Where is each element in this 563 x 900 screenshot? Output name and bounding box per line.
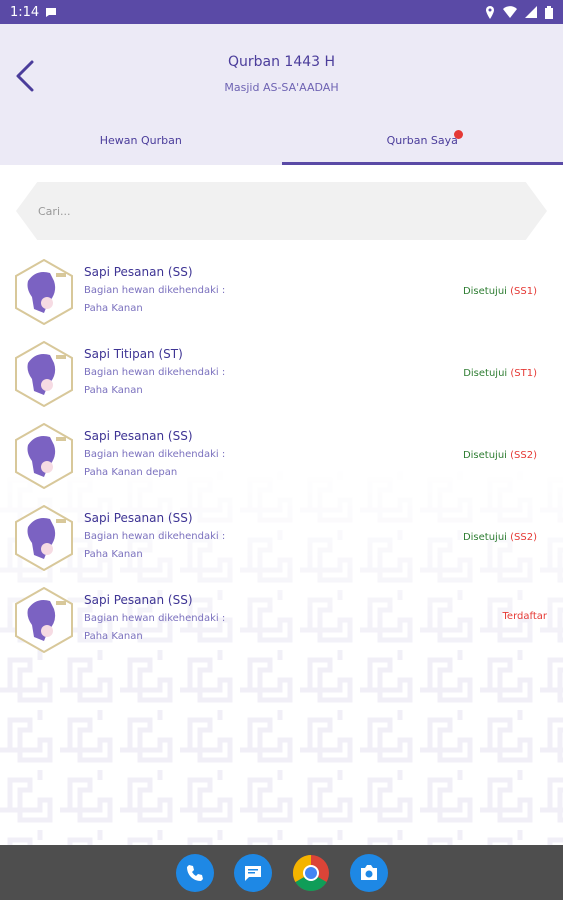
status-badge: Disetujui (SS1) xyxy=(463,286,537,297)
item-desc-value: Paha Kanan xyxy=(84,549,143,560)
cow-avatar-icon xyxy=(15,505,73,571)
item-name: Sapi Pesanan (SS) xyxy=(84,265,193,279)
status-code: (SS1) xyxy=(510,286,537,297)
list-item[interactable]: Sapi Pesanan (SS) Bagian hewan dikehenda… xyxy=(0,501,563,583)
search-input[interactable] xyxy=(16,182,547,240)
list-item[interactable]: Sapi Titipan (ST) Bagian hewan dikehenda… xyxy=(0,337,563,419)
item-desc-label: Bagian hewan dikehendaki : xyxy=(84,367,226,378)
chrome-icon xyxy=(292,854,329,891)
location-icon xyxy=(485,5,495,19)
status-code: (ST1) xyxy=(510,368,537,379)
status-code: (SS2) xyxy=(510,450,537,461)
wifi-icon xyxy=(503,6,517,18)
phone-icon xyxy=(186,864,203,881)
item-desc-value: Paha Kanan xyxy=(84,385,143,396)
page-subtitle: Masjid AS-SA'AADAH xyxy=(224,81,339,94)
cow-avatar-icon xyxy=(15,587,73,653)
status-text: Disetujui xyxy=(463,368,508,379)
camera-icon xyxy=(360,864,377,880)
messages-icon xyxy=(244,865,261,881)
list-item[interactable]: Sapi Pesanan (SS) Bagian hewan dikehenda… xyxy=(0,419,563,501)
tab-bar: Hewan Qurban Qurban Saya xyxy=(0,124,563,165)
item-desc-label: Bagian hewan dikehendaki : xyxy=(84,449,226,460)
cow-avatar-icon xyxy=(15,423,73,489)
status-badge: Disetujui (SS2) xyxy=(463,532,537,543)
signal-icon xyxy=(525,6,537,18)
list-item[interactable]: Sapi Pesanan (SS) Bagian hewan dikehenda… xyxy=(0,255,563,337)
cow-avatar-icon xyxy=(15,341,73,407)
status-text: Terdaftar xyxy=(502,611,547,622)
item-name: Sapi Pesanan (SS) xyxy=(84,511,193,525)
item-desc-label: Bagian hewan dikehendaki : xyxy=(84,285,226,296)
item-name: Sapi Titipan (ST) xyxy=(84,347,183,361)
status-badge: Disetujui (ST1) xyxy=(463,368,537,379)
qurban-list: Sapi Pesanan (SS) Bagian hewan dikehenda… xyxy=(0,255,563,665)
system-dock xyxy=(0,845,563,900)
camera-app-button[interactable] xyxy=(349,853,388,892)
item-name: Sapi Pesanan (SS) xyxy=(84,593,193,607)
phone-app-button[interactable] xyxy=(175,853,214,892)
status-bar: 1:14 xyxy=(0,0,563,24)
chat-notification-icon xyxy=(45,6,57,18)
item-desc-label: Bagian hewan dikehendaki : xyxy=(84,531,226,542)
item-desc-value: Paha Kanan xyxy=(84,303,143,314)
status-badge: Disetujui (SS2) xyxy=(463,450,537,461)
app-header: Qurban 1443 H Masjid AS-SA'AADAH Hewan Q… xyxy=(0,24,563,165)
tab-label: Qurban Saya xyxy=(386,134,458,147)
status-text: Disetujui xyxy=(462,286,507,297)
notification-dot xyxy=(453,130,463,139)
item-desc-label: Bagian hewan dikehendaki : xyxy=(84,613,226,624)
battery-icon xyxy=(545,5,553,19)
tab-hewan-qurban[interactable]: Hewan Qurban xyxy=(0,124,282,165)
page-title: Qurban 1443 H xyxy=(227,54,336,70)
status-text: Disetujui xyxy=(462,532,507,543)
status-badge: Terdaftar xyxy=(503,611,547,622)
tab-label: Hewan Qurban xyxy=(99,134,182,147)
status-text: Disetujui xyxy=(462,450,507,461)
tab-qurban-saya[interactable]: Qurban Saya xyxy=(281,124,563,165)
search-box xyxy=(16,182,547,240)
list-item[interactable]: Sapi Pesanan (SS) Bagian hewan dikehenda… xyxy=(0,583,563,665)
status-code: (SS2) xyxy=(510,532,537,543)
chrome-app-button[interactable] xyxy=(292,854,330,892)
item-desc-value: Paha Kanan xyxy=(84,631,143,642)
status-time: 1:14 xyxy=(10,4,40,20)
item-name: Sapi Pesanan (SS) xyxy=(84,429,193,443)
cow-avatar-icon xyxy=(15,259,73,325)
messages-app-button[interactable] xyxy=(233,853,272,892)
item-desc-value: Paha Kanan depan xyxy=(84,467,178,478)
